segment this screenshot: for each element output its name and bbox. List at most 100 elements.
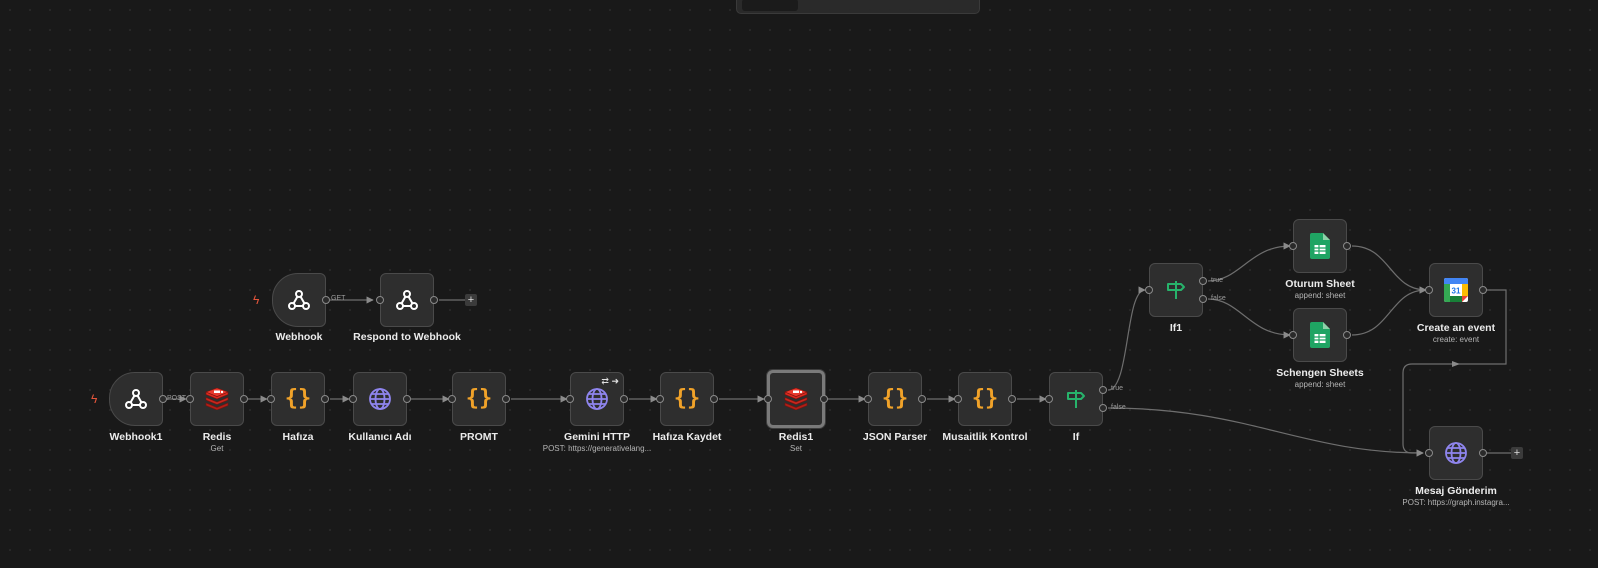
input-port[interactable] [267, 395, 275, 403]
edge-label-post: POST [167, 395, 187, 402]
input-port[interactable] [1289, 331, 1297, 339]
node-label: Oturum Sheet [1285, 278, 1355, 290]
input-port[interactable] [764, 395, 772, 403]
output-port-true[interactable] [1199, 277, 1207, 285]
output-port[interactable] [1343, 331, 1351, 339]
node-label: Mesaj Gönderim [1415, 485, 1497, 497]
google-sheets-icon [1310, 322, 1330, 348]
output-port[interactable] [1008, 395, 1016, 403]
node-if[interactable] [1049, 372, 1103, 426]
node-subtitle: Get [210, 444, 224, 453]
node-status-icons: ⇄ ➜ [601, 376, 619, 386]
webhook-icon [395, 288, 419, 312]
edge-label-get: GET [331, 295, 346, 302]
output-port[interactable] [322, 296, 330, 304]
curly-braces-icon: {} [284, 386, 312, 411]
svg-text:31: 31 [1452, 287, 1461, 296]
input-port[interactable] [954, 395, 962, 403]
node-webhook1[interactable] [109, 372, 163, 426]
edge-label-if-false: false [1111, 404, 1126, 411]
node-subtitle: POST: https://generativelang... [542, 444, 652, 453]
curly-braces-icon: {} [465, 386, 493, 411]
node-if1[interactable] [1149, 263, 1203, 317]
curly-braces-icon: {} [971, 386, 999, 411]
trigger-bolt-icon: ϟ [91, 392, 98, 406]
node-gemini-http[interactable]: ⇄ ➜ [570, 372, 624, 426]
edge-label-if1-false: false [1211, 295, 1226, 302]
output-port[interactable] [820, 395, 828, 403]
edge-if-true-if1 [1107, 286, 1146, 391]
input-port[interactable] [448, 395, 456, 403]
input-port[interactable] [349, 395, 357, 403]
add-node-button[interactable]: + [1511, 447, 1523, 459]
curly-braces-icon: {} [673, 386, 701, 411]
node-label: If1 [1169, 322, 1183, 334]
output-port[interactable] [240, 395, 248, 403]
output-port[interactable] [918, 395, 926, 403]
input-port[interactable] [864, 395, 872, 403]
trigger-bolt-icon: ϟ [253, 293, 260, 307]
input-port[interactable] [186, 395, 194, 403]
edge-label-if-true: true [1111, 385, 1124, 392]
input-port[interactable] [566, 395, 574, 403]
webhook-icon [287, 288, 311, 312]
input-port[interactable] [656, 395, 664, 403]
redis-icon [784, 387, 808, 411]
node-subtitle: POST: https://graph.instagra... [1402, 498, 1510, 507]
node-redis1[interactable] [767, 370, 825, 428]
curly-braces-icon: {} [881, 386, 909, 411]
node-subtitle: append: sheet [1294, 380, 1346, 389]
output-port-false[interactable] [1199, 295, 1207, 303]
google-sheets-icon [1310, 233, 1330, 259]
edge-if-false-mesaj [1107, 407, 1424, 457]
node-hafiza-kaydet[interactable]: {} [660, 372, 714, 426]
node-label: Create an event [1416, 322, 1496, 334]
node-oturum-sheet[interactable] [1293, 219, 1347, 273]
output-port[interactable] [403, 395, 411, 403]
output-port[interactable] [710, 395, 718, 403]
node-label: Respond to Webhook [353, 331, 461, 343]
output-port[interactable] [502, 395, 510, 403]
redis-icon [205, 387, 229, 411]
node-label: If [1072, 431, 1080, 443]
input-port[interactable] [376, 296, 384, 304]
input-port[interactable] [1045, 395, 1053, 403]
input-port[interactable] [1289, 242, 1297, 250]
node-promt[interactable]: {} [452, 372, 506, 426]
signpost-icon [1064, 387, 1088, 411]
node-respond-to-webhook[interactable] [380, 273, 434, 327]
node-label: Schengen Sheets [1276, 367, 1364, 379]
node-redis[interactable] [190, 372, 244, 426]
output-port[interactable] [159, 395, 167, 403]
node-subtitle: create: event [1432, 335, 1480, 344]
node-schengen-sheets[interactable] [1293, 308, 1347, 362]
edge-if1-true-oturum [1207, 242, 1291, 282]
output-port[interactable] [430, 296, 438, 304]
input-port[interactable] [1425, 449, 1433, 457]
node-webhook[interactable] [272, 273, 326, 327]
edge-label-if1-true: true [1211, 277, 1224, 284]
input-port[interactable] [1145, 286, 1153, 294]
output-port[interactable] [1479, 286, 1487, 294]
output-port[interactable] [620, 395, 628, 403]
node-subtitle: Set [789, 444, 802, 453]
node-musaitlik-kontrol[interactable]: {} [958, 372, 1012, 426]
output-port[interactable] [1343, 242, 1351, 250]
node-subtitle: append: sheet [1294, 291, 1346, 300]
output-port[interactable] [321, 395, 329, 403]
globe-icon [1444, 441, 1468, 465]
node-mesaj-gonderim[interactable] [1429, 426, 1483, 480]
add-node-button[interactable]: + [465, 294, 477, 306]
node-hafiza[interactable]: {} [271, 372, 325, 426]
output-port[interactable] [1479, 449, 1487, 457]
input-port[interactable] [1425, 286, 1433, 294]
output-port-true[interactable] [1099, 386, 1107, 394]
google-calendar-icon: 31 [1444, 278, 1468, 302]
webhook-icon [124, 387, 148, 411]
globe-icon [585, 387, 609, 411]
signpost-icon [1164, 278, 1188, 302]
node-json-parser[interactable]: {} [868, 372, 922, 426]
node-kullanici-adi[interactable] [353, 372, 407, 426]
node-create-an-event[interactable]: 31 [1429, 263, 1483, 317]
output-port-false[interactable] [1099, 404, 1107, 412]
